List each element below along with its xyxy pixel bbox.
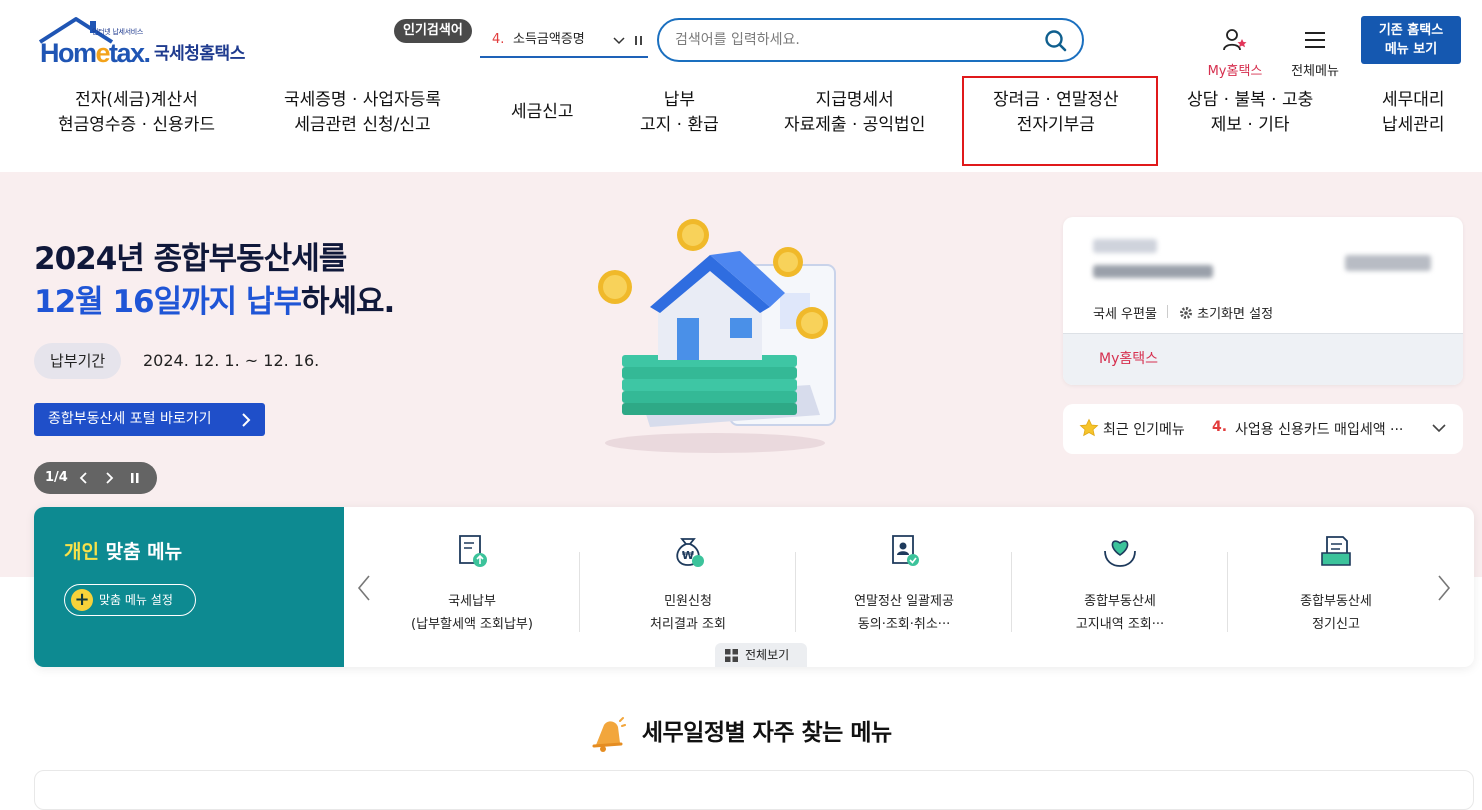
next-slide-icon[interactable] [104, 462, 114, 507]
recent-popular-menu[interactable]: 최근 인기메뉴 4. 사업용 신용카드 매입세액 ··· [1063, 404, 1463, 454]
gnb-payment-statement[interactable]: 지급명세서 자료제출 · 공익법인 [784, 88, 925, 138]
personal-custom-menu: 개인 맞춤 메뉴 + 맞춤 메뉴 설정 국세납부 (납부할세액 조회납부) ₩ … [34, 507, 1474, 667]
blurred-logout-button[interactable] [1345, 255, 1431, 271]
logo-subtitle: 인터넷 납세서비스 [92, 28, 144, 36]
grid-icon [725, 649, 738, 662]
bell-icon [592, 716, 627, 752]
document-person-icon [892, 535, 919, 566]
global-nav: 전자(세금)계산서 현금영수증 · 신용카드 국세증명 · 사업자등록 세금관련 신… [0, 88, 1482, 148]
recent-menu-value[interactable]: 사업용 신용카드 매입세액 ··· [1235, 419, 1403, 439]
logo-korean-name: 국세청홈택스 [154, 44, 245, 64]
popular-search-ticker[interactable]: 4. 소득금액증명 [480, 26, 648, 58]
header: 인터넷 납세서비스 Hometax. 국세청홈택스 인기검색어 4. 소득금액증… [0, 0, 1482, 172]
chevron-down-icon[interactable] [612, 26, 626, 64]
my-hometax-label: My홈택스 [1207, 64, 1263, 79]
popular-search-term[interactable]: 소득금액증명 [513, 26, 609, 54]
user-info-card: 국세 우편물 초기화면 설정 My홈택스 [1063, 217, 1463, 385]
tax-payment-icon [459, 535, 487, 567]
property-tax-portal-button[interactable]: 종합부동산세 포털 바로가기 [34, 403, 265, 436]
card-footer: My홈택스 [1063, 333, 1463, 385]
tax-mailbox-link[interactable]: 국세 우편물 [1093, 303, 1157, 322]
divider [1167, 305, 1168, 318]
gnb-consultation[interactable]: 상담 · 불복 · 고충 제보 · 기타 [1187, 88, 1313, 138]
hometax-logo[interactable]: 인터넷 납세서비스 Hometax. 국세청홈택스 [36, 16, 266, 70]
recent-menu-rank: 4. [1212, 419, 1228, 435]
search-input[interactable] [675, 29, 1035, 51]
all-menu-label: 전체메뉴 [1291, 64, 1339, 79]
report-form-icon [1321, 536, 1351, 566]
plus-icon: + [71, 589, 93, 611]
search-box [657, 18, 1084, 62]
view-all-button[interactable]: 전체보기 [715, 643, 807, 667]
hamburger-menu-icon [1305, 32, 1325, 48]
banner-slider-controls: 1/4 [34, 462, 157, 494]
custom-menu-item[interactable]: 연말정산 일괄제공 동의·조회·취소··· [796, 507, 1012, 667]
payment-period-value: 2024. 12. 1. ~ 12. 16. [143, 351, 320, 370]
hero-title: 2024년 종합부동산세를 12월 16일까지 납부하세요. [34, 241, 395, 320]
chevron-down-icon[interactable] [1431, 422, 1447, 434]
blurred-user-id [1093, 265, 1213, 278]
pause-icon[interactable] [634, 26, 644, 65]
custom-menu-item[interactable]: 국세납부 (납부할세액 조회납부) [364, 507, 580, 667]
custom-menu-header: 개인 맞춤 메뉴 + 맞춤 메뉴 설정 [34, 507, 344, 667]
old-menu-button[interactable]: 기존 홈택스 메뉴 보기 [1361, 16, 1461, 64]
gnb-payment[interactable]: 납부 고지 · 환급 [640, 88, 719, 138]
prev-slide-icon[interactable] [79, 462, 89, 507]
recent-menu-label: 최근 인기메뉴 [1103, 422, 1185, 438]
payment-period-label: 납부기간 [34, 343, 122, 379]
money-bag-icon: ₩ [676, 538, 704, 567]
heart-hands-icon [1104, 540, 1136, 567]
gnb-tax-agent[interactable]: 세무대리 납세관리 [1382, 88, 1445, 138]
home-setting-link[interactable]: 초기화면 설정 [1179, 303, 1273, 322]
my-hometax-button[interactable]: My홈택스 [1202, 28, 1268, 79]
logo-wordmark: Hometax. [40, 38, 151, 68]
house-money-illustration [598, 219, 836, 453]
pause-slide-icon[interactable] [130, 462, 140, 507]
schedule-menu-card [34, 770, 1474, 810]
custom-menu-title: 개인 맞춤 메뉴 [64, 541, 183, 563]
highlight-annotation-box [962, 76, 1158, 166]
section-title: 세무일정별 자주 찾는 메뉴 [0, 713, 1482, 753]
gear-icon [1180, 307, 1192, 319]
gnb-certificates[interactable]: 국세증명 · 사업자등록 세금관련 신청/신고 [284, 88, 441, 138]
all-menu-button[interactable]: 전체메뉴 [1286, 28, 1344, 79]
popular-rank-number: 4. [492, 32, 505, 47]
star-icon [1079, 418, 1099, 437]
search-icon[interactable] [1044, 29, 1068, 57]
my-hometax-link[interactable]: My홈택스 [1099, 348, 1158, 368]
chevron-right-icon [242, 413, 251, 427]
custom-menu-setting-button[interactable]: + 맞춤 메뉴 설정 [64, 584, 196, 616]
slide-counter: 1/4 [45, 470, 68, 485]
gnb-e-invoice[interactable]: 전자(세금)계산서 현금영수증 · 신용카드 [58, 88, 215, 138]
user-star-icon [1223, 29, 1247, 51]
gnb-tax-filing[interactable]: 세금신고 [511, 100, 574, 125]
custom-menu-item[interactable]: 종합부동산세 고지내역 조회··· [1012, 507, 1228, 667]
custom-menu-item[interactable]: 종합부동산세 정기신고 [1228, 507, 1444, 667]
popular-search-badge: 인기검색어 [394, 19, 472, 43]
blurred-user-name [1093, 239, 1157, 253]
